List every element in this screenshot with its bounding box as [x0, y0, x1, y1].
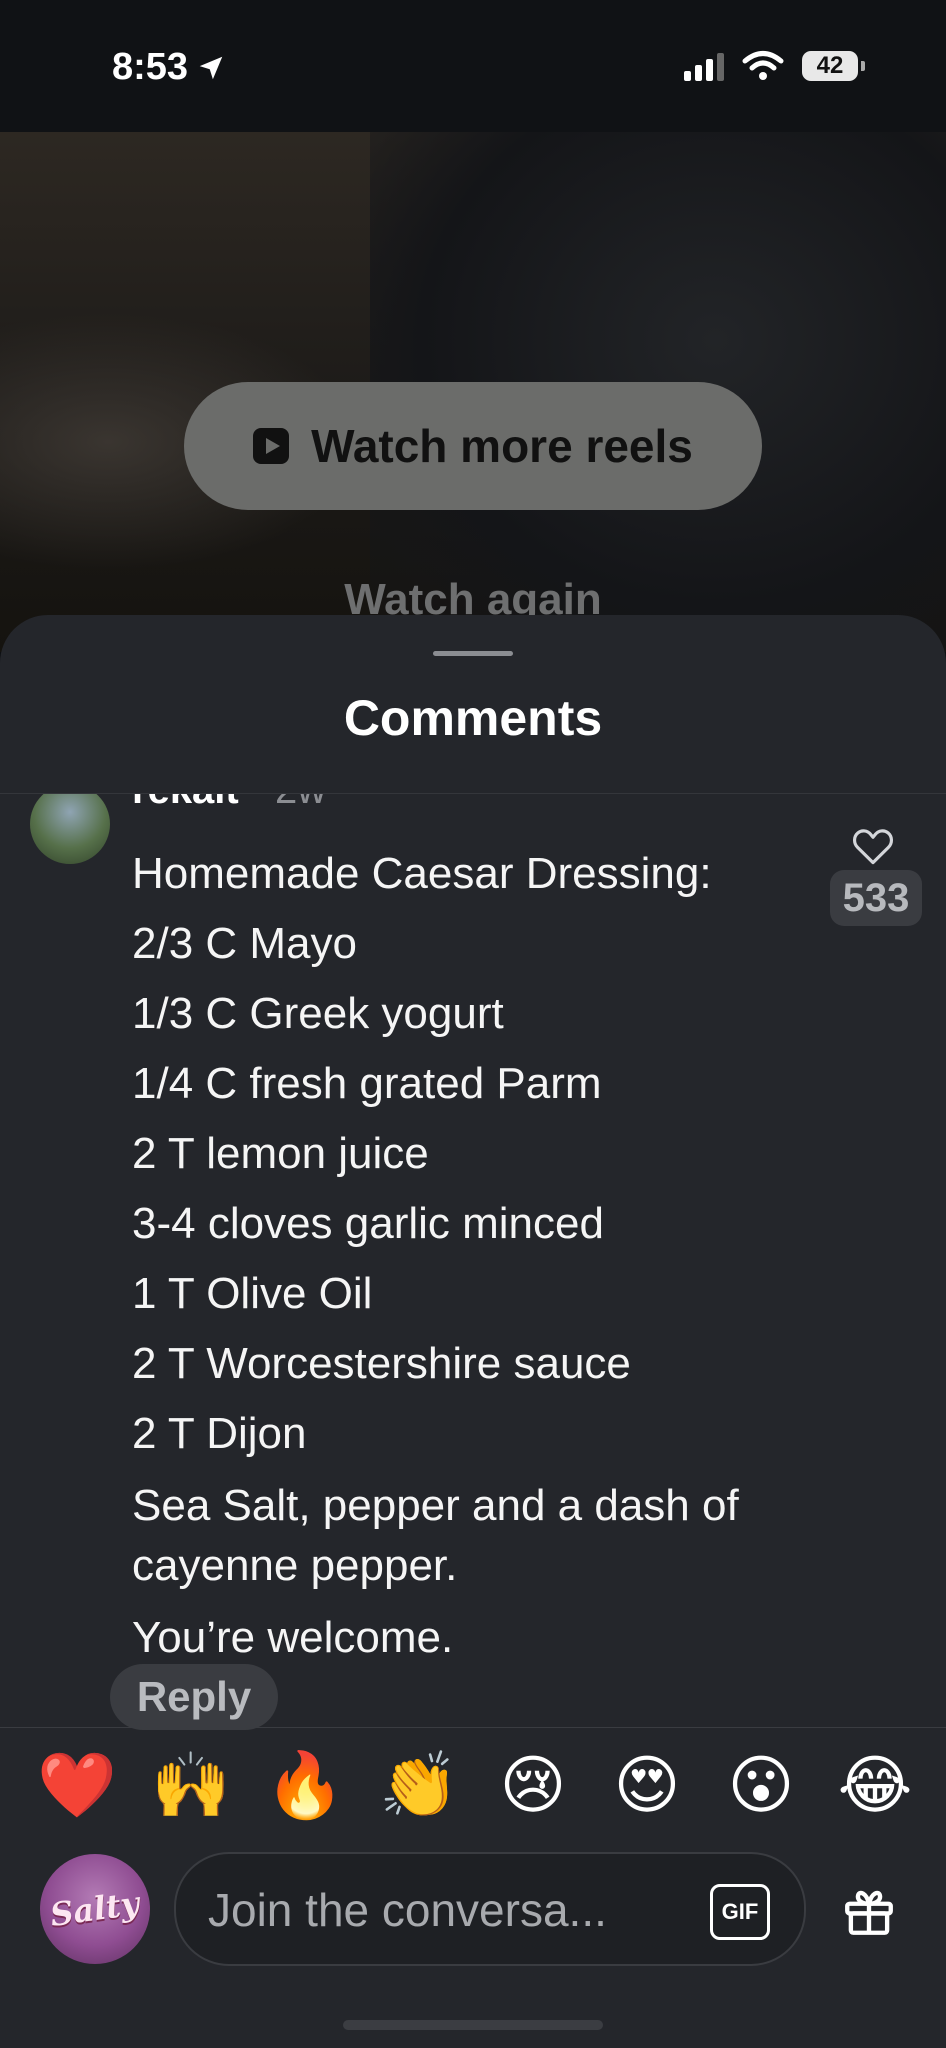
- home-indicator[interactable]: [343, 2020, 603, 2030]
- comment-line: 1 T Olive Oil: [132, 1269, 373, 1318]
- current-user-avatar[interactable]: Salty: [40, 1854, 150, 1964]
- emoji-reaction-bar: ❤️ 🙌 🔥 👏 😢 😍 😮 😂: [36, 1746, 916, 1826]
- composer-divider: [0, 1727, 946, 1728]
- comment-input[interactable]: [206, 1884, 680, 1936]
- reels-play-icon: [253, 428, 290, 464]
- avatar-logo-text: Salty: [48, 1883, 142, 1935]
- heart-eyes-emoji-button[interactable]: 😍: [606, 1745, 688, 1827]
- raising-hands-emoji-button[interactable]: 🙌: [150, 1745, 232, 1827]
- sheet-drag-handle[interactable]: [433, 651, 513, 656]
- status-indicators: 42: [684, 50, 865, 82]
- battery-indicator: 42: [802, 51, 865, 81]
- comment-line: 3-4 cloves garlic minced: [132, 1199, 604, 1248]
- comment-line: 2 T Dijon: [132, 1409, 307, 1458]
- fire-emoji-button[interactable]: 🔥: [264, 1745, 346, 1827]
- clock-time: 8:53: [112, 46, 189, 88]
- comment-line: 2 T Worcestershire sauce: [132, 1339, 631, 1388]
- comment-line: 2 T lemon juice: [132, 1129, 429, 1178]
- gif-button[interactable]: GIF: [710, 1884, 770, 1940]
- comment-line: 1/3 C Greek yogurt: [132, 989, 504, 1038]
- gift-icon[interactable]: [840, 1882, 898, 1940]
- comment-timestamp: 2w: [275, 794, 326, 813]
- clapping-hands-emoji-button[interactable]: 👏: [378, 1745, 460, 1827]
- status-bar: 8:53 42: [0, 0, 946, 132]
- crying-face-emoji-button[interactable]: 😢: [492, 1745, 574, 1827]
- cellular-signal-icon: [684, 51, 724, 81]
- tears-of-joy-emoji-button[interactable]: 😂: [834, 1745, 916, 1827]
- comments-title: Comments: [343, 690, 603, 746]
- heart-outline-icon[interactable]: [852, 826, 894, 866]
- comments-sheet: Comments rekait 2w Homemade Caesar Dress…: [0, 615, 946, 2048]
- comment-line: 1/4 C fresh grated Parm: [132, 1059, 602, 1108]
- comment-composer: Salty GIF: [40, 1852, 906, 1966]
- comment-line: You’re welcome.: [132, 1613, 454, 1662]
- watch-more-reels-button[interactable]: Watch more reels: [184, 382, 762, 510]
- clock: 8:53: [112, 46, 226, 89]
- comment-line: Homemade Caesar Dressing:: [132, 849, 712, 898]
- comment-like-count: 533: [830, 870, 922, 926]
- comment-body: Homemade Caesar Dressing: 2/3 C Mayo 1/3…: [132, 846, 812, 1680]
- comment-input-container[interactable]: GIF: [174, 1852, 806, 1966]
- watch-more-reels-label: Watch more reels: [311, 420, 693, 472]
- wifi-icon: [742, 51, 784, 80]
- surprised-face-emoji-button[interactable]: 😮: [720, 1745, 802, 1827]
- commenter-avatar[interactable]: [30, 794, 110, 864]
- red-heart-emoji-button[interactable]: ❤️: [36, 1745, 118, 1827]
- comment-username[interactable]: rekait: [132, 794, 239, 813]
- location-arrow-icon: [199, 56, 223, 79]
- reply-button[interactable]: Reply: [110, 1664, 278, 1730]
- comment-line: Sea Salt, pepper and a dash of cayenne p…: [132, 1481, 739, 1590]
- comment-list[interactable]: rekait 2w Homemade Caesar Dressing: 2/3 …: [0, 794, 946, 1714]
- comment-line: 2/3 C Mayo: [132, 919, 357, 968]
